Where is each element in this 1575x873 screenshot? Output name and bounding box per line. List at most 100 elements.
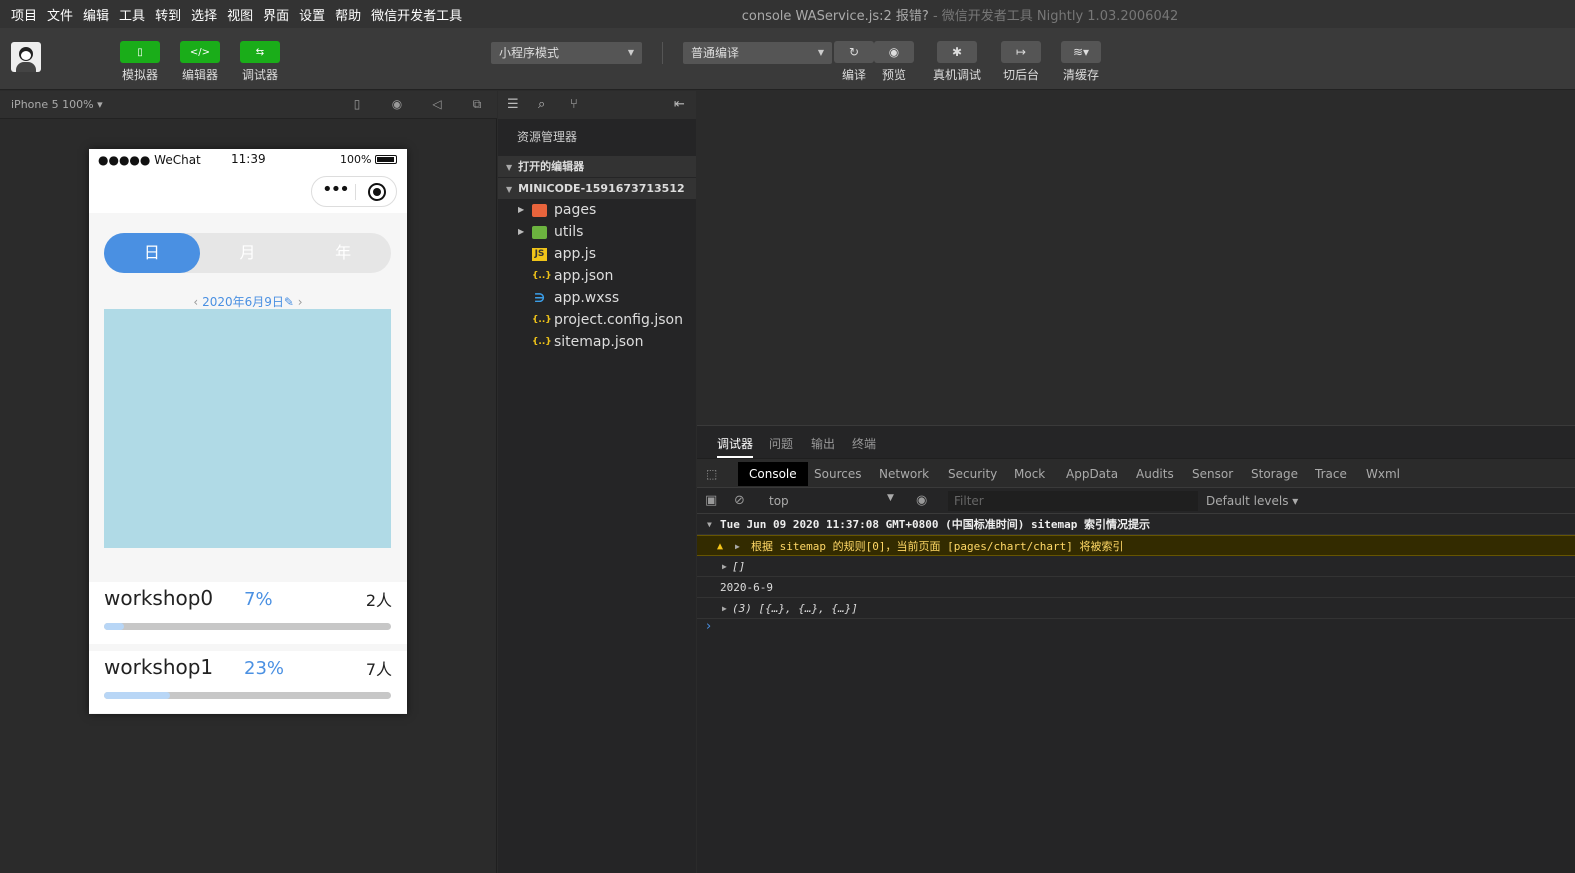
close-miniprogram-icon[interactable] <box>368 183 386 201</box>
tab-storage[interactable]: Storage <box>1251 467 1298 481</box>
tab-mock[interactable]: Mock <box>1014 467 1045 481</box>
filter-input[interactable]: Filter <box>948 491 1198 511</box>
menu-item[interactable]: 微信开发者工具 <box>371 5 462 24</box>
folder-icon <box>532 204 547 217</box>
console-warning[interactable]: ▲ ▶ 根据 sitemap 的规则[0]，当前页面 [pages/chart/… <box>697 535 1575 556</box>
menu-item[interactable]: 视图 <box>227 5 253 24</box>
tab-audits[interactable]: Audits <box>1136 467 1174 481</box>
devtools-panel: 调试器 问题 输出 终端 ⬚ Console Sources Network S… <box>697 425 1575 873</box>
tab-debugger[interactable]: 调试器 <box>717 435 754 458</box>
nav-bar: ••• <box>89 171 407 213</box>
edit-icon[interactable]: ✎ <box>284 295 294 309</box>
json-file-icon: {..} <box>532 315 552 325</box>
tab-wxml[interactable]: Wxml <box>1366 467 1400 481</box>
phone-icon[interactable]: ▯ <box>350 97 364 111</box>
project-section[interactable]: ▼ MINICODE-1591673713512 <box>498 177 696 199</box>
tab-network[interactable]: Network <box>879 467 929 481</box>
toolbar: ▯ 模拟器 </> 编辑器 ⇆ 调试器 小程序模式 ▼ 普通编译 ▼ ↻ 编译 … <box>0 28 1575 90</box>
date-text: 2020年6月9日 <box>202 295 284 309</box>
menu-item[interactable]: 编辑 <box>83 5 109 24</box>
more-icon[interactable]: ••• <box>322 179 350 200</box>
list-icon[interactable]: ☰ <box>507 97 519 112</box>
tab-sensor[interactable]: Sensor <box>1192 467 1233 481</box>
menu-item[interactable]: 项目 <box>11 5 37 24</box>
tree-label: pages <box>554 202 597 218</box>
tree-folder-utils[interactable]: ▶ utils <box>498 221 696 243</box>
eye-icon[interactable]: ◉ <box>916 493 927 508</box>
menu-item[interactable]: 文件 <box>47 5 73 24</box>
tree-label: project.config.json <box>554 312 683 328</box>
branch-icon[interactable]: ⑂ <box>570 97 578 112</box>
menu-item[interactable]: 帮助 <box>335 5 361 24</box>
menu-item[interactable]: 转到 <box>155 5 181 24</box>
open-editors-section[interactable]: ▼ 打开的编辑器 <box>498 155 696 177</box>
phone-screen: ●●●●● WeChat 11:39 100% ••• 日 月 年 ‹ 2020… <box>89 149 407 714</box>
console-group[interactable]: ▼ Tue Jun 09 2020 11:37:08 GMT+0800 (中国标… <box>697 514 1575 535</box>
status-time: 11:39 <box>231 152 266 166</box>
compile-select[interactable]: 普通编译 ▼ <box>683 42 832 64</box>
caret-right-icon: ▶ <box>518 205 525 214</box>
simulator-button[interactable]: ▯ 模拟器 <box>113 41 167 83</box>
clear-console-icon[interactable]: ⊘ <box>734 493 745 508</box>
collapse-panel-icon[interactable]: ⇤ <box>674 97 685 112</box>
menu-item[interactable]: 选择 <box>191 5 217 24</box>
console-message[interactable]: ▶ [] <box>697 556 1575 577</box>
tree-file[interactable]: {..} sitemap.json <box>498 331 696 353</box>
tab-output[interactable]: 输出 <box>811 435 835 452</box>
debugger-button[interactable]: ⇆ 调试器 <box>233 41 287 83</box>
tab-appdata[interactable]: AppData <box>1066 467 1118 481</box>
workshop-card[interactable]: workshop0 7% 2人 <box>89 582 407 644</box>
menu-capsule[interactable]: ••• <box>311 176 397 207</box>
clear-cache-button[interactable]: ≋▾ 清缓存 <box>1054 41 1108 83</box>
menu-item[interactable]: 设置 <box>299 5 325 24</box>
menu-item[interactable]: 界面 <box>263 5 289 24</box>
tab-day[interactable]: 日 <box>104 233 200 273</box>
volume-icon[interactable]: ◁ <box>430 97 444 111</box>
main-menu: 项目 文件 编辑 工具 转到 选择 视图 界面 设置 帮助 微信开发者工具 <box>0 5 467 24</box>
console-prompt[interactable]: › <box>706 619 711 634</box>
chevron-down-icon[interactable]: ▼ <box>887 493 894 503</box>
chevron-right-icon[interactable]: › <box>298 295 303 309</box>
tab-year[interactable]: 年 <box>295 233 391 273</box>
device-select[interactable]: iPhone 5 100% ▾ <box>11 98 103 111</box>
tree-file[interactable]: {..} app.json <box>498 265 696 287</box>
editor-button[interactable]: </> 编辑器 <box>173 41 227 83</box>
tree-folder-pages[interactable]: ▶ pages <box>498 199 696 221</box>
inspect-icon[interactable]: ⬚ <box>706 467 717 481</box>
tree-file[interactable]: JS app.js <box>498 243 696 265</box>
popout-icon[interactable]: ⧉ <box>470 97 484 111</box>
progress-fill <box>104 692 170 699</box>
tab-sources[interactable]: Sources <box>814 467 861 481</box>
tab-problems[interactable]: 问题 <box>769 435 793 452</box>
avatar[interactable] <box>11 42 41 72</box>
tab-console[interactable]: Console <box>738 462 808 486</box>
workshop-card[interactable]: workshop1 23% 7人 <box>89 651 407 713</box>
project-label: MINICODE-1591673713512 <box>518 182 685 195</box>
tree-file[interactable]: {..} project.config.json <box>498 309 696 331</box>
chevron-left-icon[interactable]: ‹ <box>193 295 198 309</box>
date-picker[interactable]: ‹ 2020年6月9日✎ › <box>89 293 407 310</box>
tree-file[interactable]: ∋ app.wxss <box>498 287 696 309</box>
signal-text: ●●●●● WeChat <box>98 153 201 167</box>
sidebar-toggle-icon[interactable]: ▣ <box>705 493 717 508</box>
real-debug-button[interactable]: ✱ 真机调试 <box>930 41 984 83</box>
menu-item[interactable]: 工具 <box>119 5 145 24</box>
background-button[interactable]: ↦ 切后台 <box>994 41 1048 83</box>
tab-month[interactable]: 月 <box>200 233 296 273</box>
console-text: (3) [{…}, {…}, {…}] <box>732 602 858 615</box>
eye-icon: ◉ <box>874 41 914 63</box>
tab-security[interactable]: Security <box>948 467 997 481</box>
progress-fill <box>104 623 125 630</box>
mode-select[interactable]: 小程序模式 ▼ <box>491 42 642 64</box>
console-text: [] <box>732 560 746 573</box>
record-icon[interactable]: ◉ <box>390 97 404 111</box>
tab-trace[interactable]: Trace <box>1315 467 1347 481</box>
preview-button[interactable]: ◉ 预览 <box>867 41 921 83</box>
search-icon[interactable]: ⌕ <box>538 97 545 112</box>
tab-terminal[interactable]: 终端 <box>852 435 876 452</box>
levels-select[interactable]: Default levels ▾ <box>1206 494 1298 508</box>
context-select[interactable]: top <box>769 494 789 508</box>
console-group-title: Tue Jun 09 2020 11:37:08 GMT+0800 (中国标准时… <box>720 518 1151 531</box>
console-text: 2020-6-9 <box>720 581 773 594</box>
console-message[interactable]: ▶ (3) [{…}, {…}, {…}] <box>697 598 1575 619</box>
